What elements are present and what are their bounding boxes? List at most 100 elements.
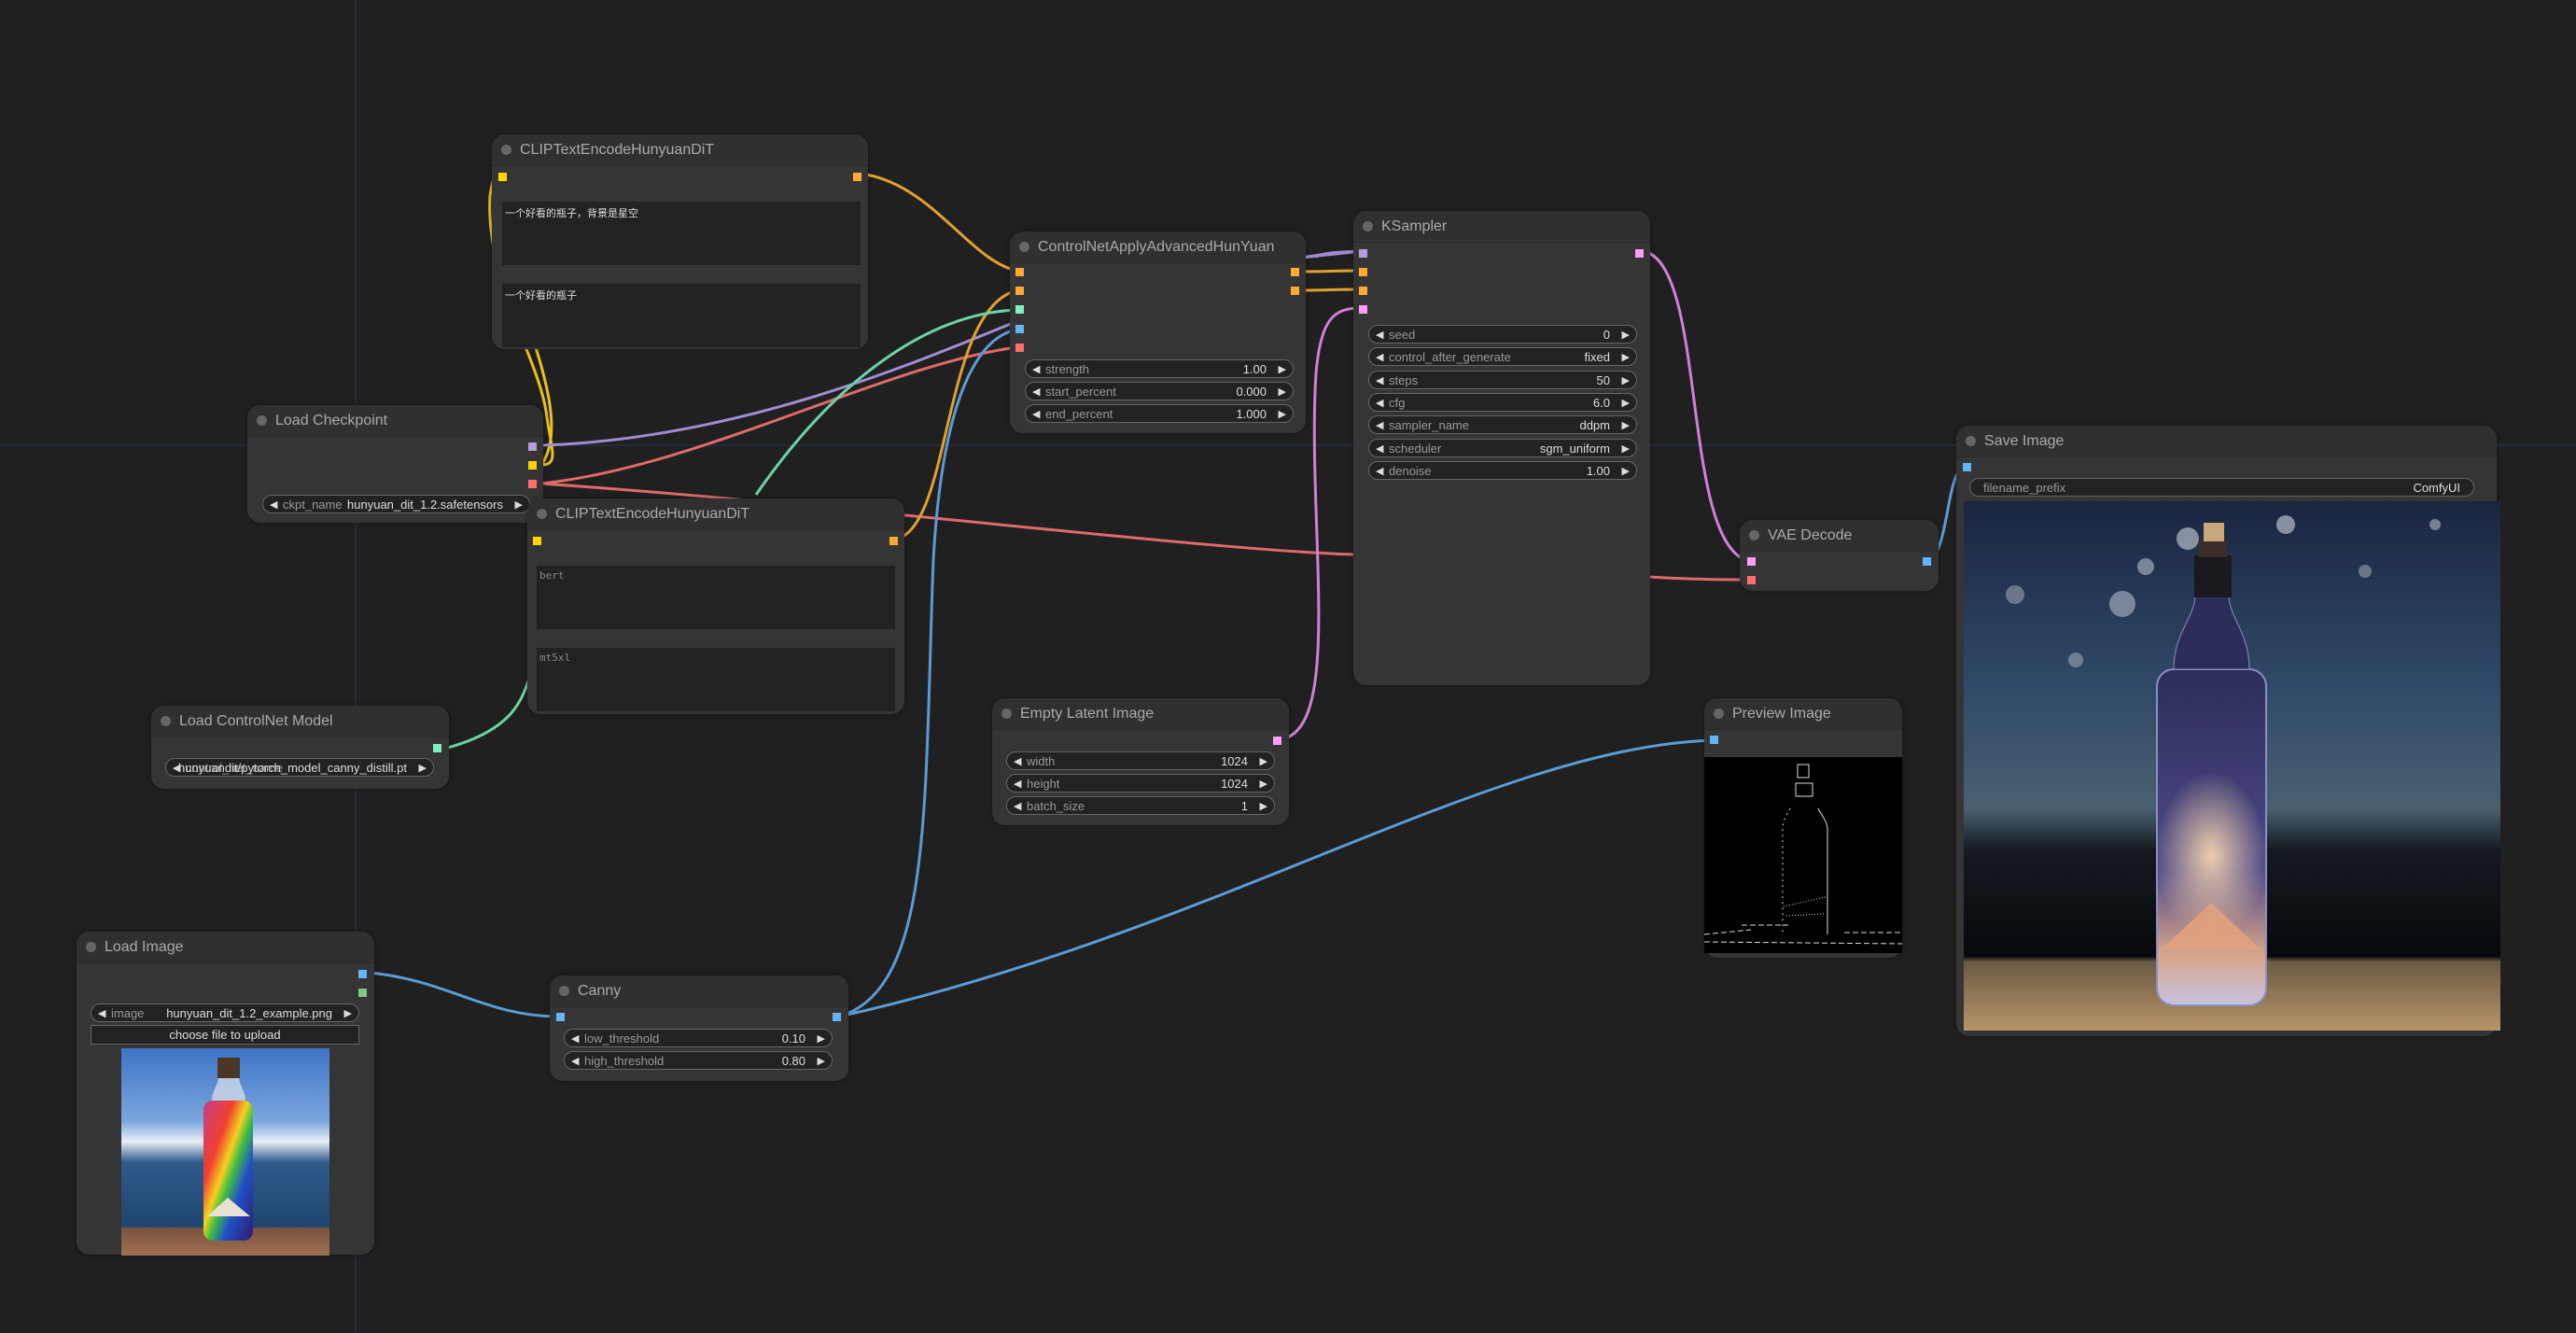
node-title[interactable]: KSampler (1353, 211, 1650, 243)
node-title[interactable]: Empty Latent Image (992, 698, 1289, 730)
input-slot-samples[interactable] (1747, 557, 1756, 566)
node-load-checkpoint[interactable]: Load Checkpoint ◀ ckpt_name hunyuan_dit_… (247, 405, 543, 523)
node-title[interactable]: Load Image (77, 932, 374, 963)
link-cond-neg-to-controlnet[interactable] (897, 288, 1018, 540)
node-title[interactable]: CLIPTextEncodeHunyuanDiT (492, 134, 868, 166)
link-loadimage-to-canny[interactable] (369, 971, 560, 1018)
collapse-dot-icon[interactable] (1749, 530, 1759, 540)
seed-widget[interactable]: ◀ seed 0 ▶ (1368, 325, 1637, 344)
collapse-dot-icon[interactable] (559, 986, 569, 996)
increment-arrow-icon[interactable]: ▶ (1622, 326, 1630, 343)
node-clip-text-encode-negative[interactable]: CLIPTextEncodeHunyuanDiT bert mt5xl (527, 498, 904, 714)
low-threshold-widget[interactable]: ◀ low_threshold 0.10 ▶ (564, 1029, 833, 1047)
input-slot-image[interactable] (556, 1013, 565, 1021)
increment-arrow-icon[interactable]: ▶ (1622, 372, 1630, 388)
decrement-arrow-icon[interactable]: ◀ (1376, 394, 1383, 411)
output-slot-conditioning[interactable] (853, 173, 861, 181)
increment-arrow-icon[interactable]: ▶ (818, 1052, 825, 1069)
scheduler-combo[interactable]: ◀ scheduler sgm_uniform ▶ (1368, 438, 1637, 457)
input-slot-images[interactable] (1963, 463, 1971, 471)
input-slot-negative[interactable] (1015, 287, 1024, 295)
decrement-arrow-icon[interactable]: ◀ (1376, 440, 1383, 456)
node-title[interactable]: Load Checkpoint (247, 405, 543, 437)
link-vae-to-controlnet[interactable] (540, 345, 1018, 485)
node-title[interactable]: CLIPTextEncodeHunyuanDiT (527, 498, 904, 530)
image-combo[interactable]: ◀ image hunyuan_dit_1.2_example.png ▶ (91, 1003, 359, 1022)
collapse-dot-icon[interactable] (501, 145, 511, 155)
output-slot-latent[interactable] (1273, 737, 1281, 745)
link-model-to-ksampler-model[interactable] (1301, 249, 1362, 260)
output-slot-positive[interactable] (1291, 268, 1299, 276)
increment-arrow-icon[interactable]: ▶ (1622, 394, 1630, 411)
start-percent-widget[interactable]: ◀ start_percent 0.000 ▶ (1025, 382, 1294, 400)
cfg-widget[interactable]: ◀ cfg 6.0 ▶ (1368, 392, 1637, 412)
filename-prefix-input[interactable]: filename_prefix ComfyUI (1969, 478, 2474, 497)
increment-arrow-icon[interactable]: ▶ (1260, 797, 1267, 814)
output-slot-image[interactable] (358, 970, 367, 978)
collapse-dot-icon[interactable] (1019, 242, 1029, 252)
ckpt-name-combo[interactable]: ◀ ckpt_name hunyuan_dit_1.2.safetensors … (262, 495, 530, 513)
decrement-arrow-icon[interactable]: ◀ (1376, 416, 1383, 433)
node-empty-latent-image[interactable]: Empty Latent Image ◀ width 1024 ▶ ◀ heig… (992, 698, 1289, 825)
node-vae-decode[interactable]: VAE Decode (1740, 520, 1939, 591)
node-save-image[interactable]: Save Image filename_prefix ComfyUI (1956, 426, 2500, 1036)
decrement-arrow-icon[interactable]: ◀ (1014, 775, 1021, 792)
decrement-arrow-icon[interactable]: ◀ (1376, 372, 1383, 388)
link-controlnet-to-ksampler-neg[interactable] (1301, 288, 1362, 292)
link-ksampler-to-vaedecode[interactable] (1642, 249, 1749, 563)
output-slot-image[interactable] (833, 1013, 841, 1021)
decrement-arrow-icon[interactable]: ◀ (571, 1052, 579, 1069)
height-widget[interactable]: ◀ height 1024 ▶ (1006, 774, 1275, 793)
bert-textarea[interactable]: bert (537, 566, 895, 629)
output-slot-mask[interactable] (358, 989, 367, 997)
node-load-controlnet-model[interactable]: Load ControlNet Model ◀ control_net_name… (151, 706, 449, 789)
bert-textarea[interactable]: 一个好看的瓶子，背景是星空 (502, 202, 861, 265)
control-net-name-combo[interactable]: ◀ control_net_name hunyuandit/pytorch_mo… (165, 758, 434, 777)
output-slot-latent[interactable] (1635, 249, 1644, 258)
decrement-arrow-icon[interactable]: ◀ (1032, 383, 1040, 400)
decrement-arrow-icon[interactable]: ◀ (1032, 360, 1040, 377)
decrement-arrow-icon[interactable]: ◀ (1376, 462, 1383, 479)
decrement-arrow-icon[interactable]: ◀ (1014, 752, 1021, 769)
node-clip-text-encode-positive[interactable]: CLIPTextEncodeHunyuanDiT 一个好看的瓶子，背景是星空 一… (492, 134, 868, 349)
strength-widget[interactable]: ◀ strength 1.00 ▶ (1025, 359, 1294, 378)
node-title[interactable]: VAE Decode (1740, 520, 1939, 552)
width-widget[interactable]: ◀ width 1024 ▶ (1006, 751, 1275, 770)
input-slot-vae[interactable] (1747, 576, 1756, 584)
input-slot-latent-image[interactable] (1359, 305, 1367, 314)
increment-arrow-icon[interactable]: ▶ (1622, 440, 1630, 456)
canny-edge-preview[interactable] (1704, 757, 1902, 953)
decrement-arrow-icon[interactable]: ◀ (1376, 348, 1383, 365)
increment-arrow-icon[interactable]: ▶ (1622, 348, 1630, 365)
input-slot-vae[interactable] (1015, 344, 1024, 352)
decrement-arrow-icon[interactable]: ◀ (571, 1030, 579, 1046)
increment-arrow-icon[interactable]: ▶ (1622, 416, 1630, 433)
output-slot-model[interactable] (528, 442, 537, 451)
output-slot-control-net[interactable] (433, 744, 441, 752)
steps-widget[interactable]: ◀ steps 50 ▶ (1368, 370, 1637, 389)
decrement-arrow-icon[interactable]: ◀ (270, 496, 277, 512)
decrement-arrow-icon[interactable]: ◀ (1014, 797, 1021, 814)
collapse-dot-icon[interactable] (161, 716, 171, 726)
increment-arrow-icon[interactable]: ▶ (344, 1004, 352, 1021)
collapse-dot-icon[interactable] (257, 415, 267, 426)
end-percent-widget[interactable]: ◀ end_percent 1.000 ▶ (1025, 404, 1294, 423)
increment-arrow-icon[interactable]: ▶ (1279, 383, 1286, 400)
collapse-dot-icon[interactable] (537, 509, 547, 519)
output-slot-conditioning[interactable] (889, 537, 898, 545)
node-title[interactable]: Load ControlNet Model (151, 706, 449, 737)
mt5xl-textarea[interactable]: mt5xl (537, 648, 895, 711)
denoise-widget[interactable]: ◀ denoise 1.00 ▶ (1368, 460, 1637, 480)
node-load-image[interactable]: Load Image ◀ image hunyuan_dit_1.2_examp… (77, 932, 374, 1256)
high-threshold-widget[interactable]: ◀ high_threshold 0.80 ▶ (564, 1051, 833, 1070)
link-vae-to-vaedecode-2[interactable] (1649, 575, 1749, 582)
collapse-dot-icon[interactable] (1001, 709, 1012, 719)
input-slot-image[interactable] (1015, 325, 1024, 333)
output-slot-negative[interactable] (1291, 287, 1299, 295)
choose-file-upload-button[interactable]: choose file to upload (91, 1025, 359, 1045)
increment-arrow-icon[interactable]: ▶ (1279, 405, 1286, 422)
node-canny[interactable]: Canny ◀ low_threshold 0.10 ▶ ◀ high_thre… (550, 975, 848, 1081)
node-preview-image[interactable]: Preview Image (1704, 698, 1902, 958)
input-slot-negative[interactable] (1359, 287, 1367, 295)
increment-arrow-icon[interactable]: ▶ (1260, 752, 1267, 769)
